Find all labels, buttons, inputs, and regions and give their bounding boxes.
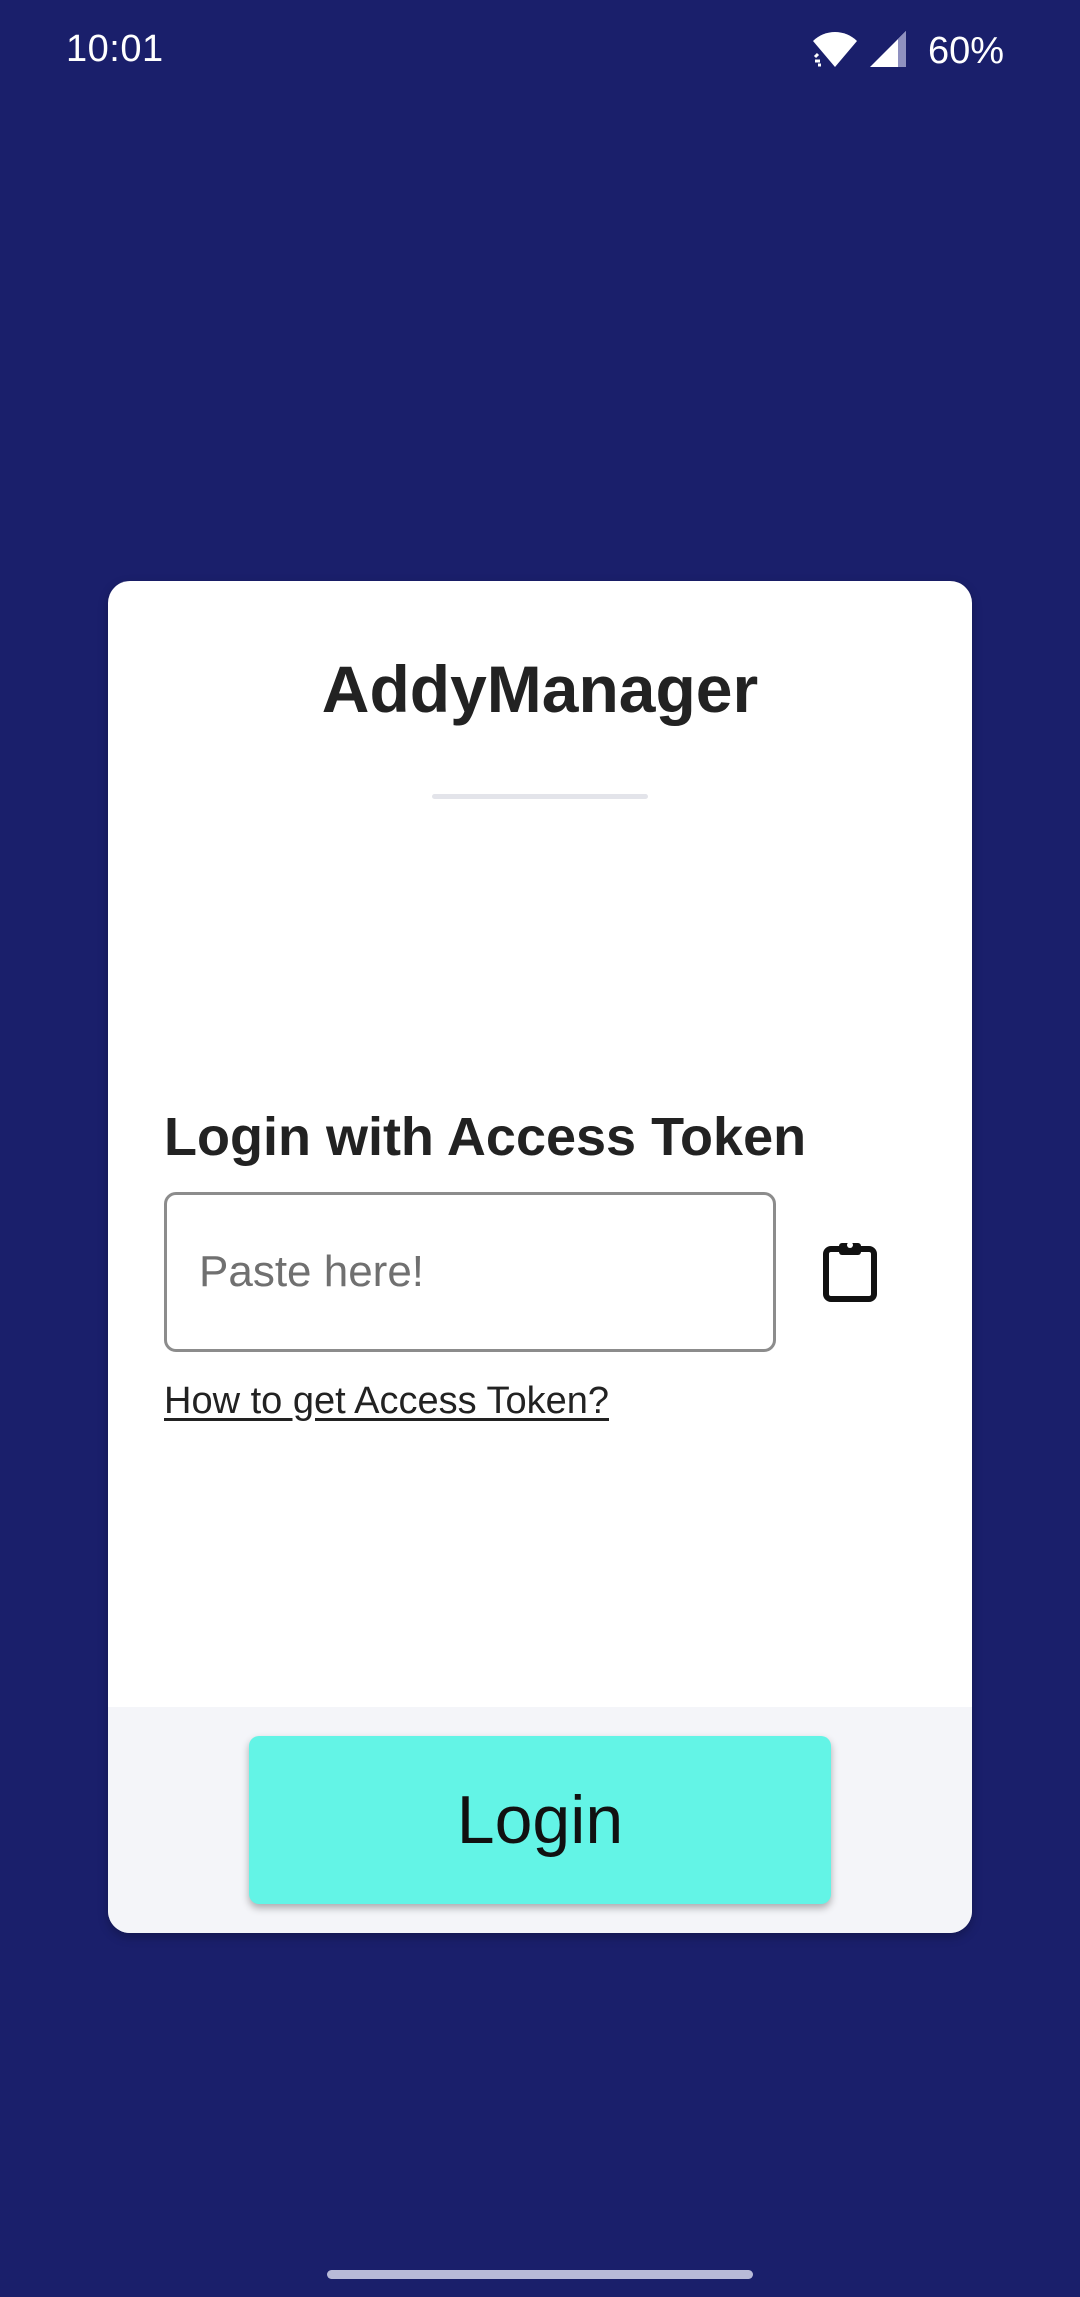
app-title: AddyManager [321, 652, 759, 726]
title-divider [432, 794, 648, 799]
status-time: 10:01 [66, 28, 164, 70]
access-token-input[interactable] [164, 1192, 776, 1352]
paste-button[interactable] [808, 1231, 892, 1315]
status-icons: 60% [812, 28, 1004, 74]
login-button[interactable]: Login [249, 1736, 831, 1904]
login-card: AddyManager Login with Access Token How … [108, 581, 972, 1933]
card-footer: Login [108, 1707, 972, 1933]
wifi-icon [812, 30, 858, 73]
cell-signal-icon [869, 30, 906, 73]
login-heading: Login with Access Token [164, 1107, 807, 1167]
clipboard-icon [820, 1239, 880, 1308]
gesture-navigation-handle[interactable] [327, 2270, 753, 2279]
status-bar: 10:01 60% [0, 0, 1080, 100]
battery-percentage: 60% [927, 29, 1004, 72]
access-token-help-link[interactable]: How to get Access Token? [164, 1380, 609, 1423]
